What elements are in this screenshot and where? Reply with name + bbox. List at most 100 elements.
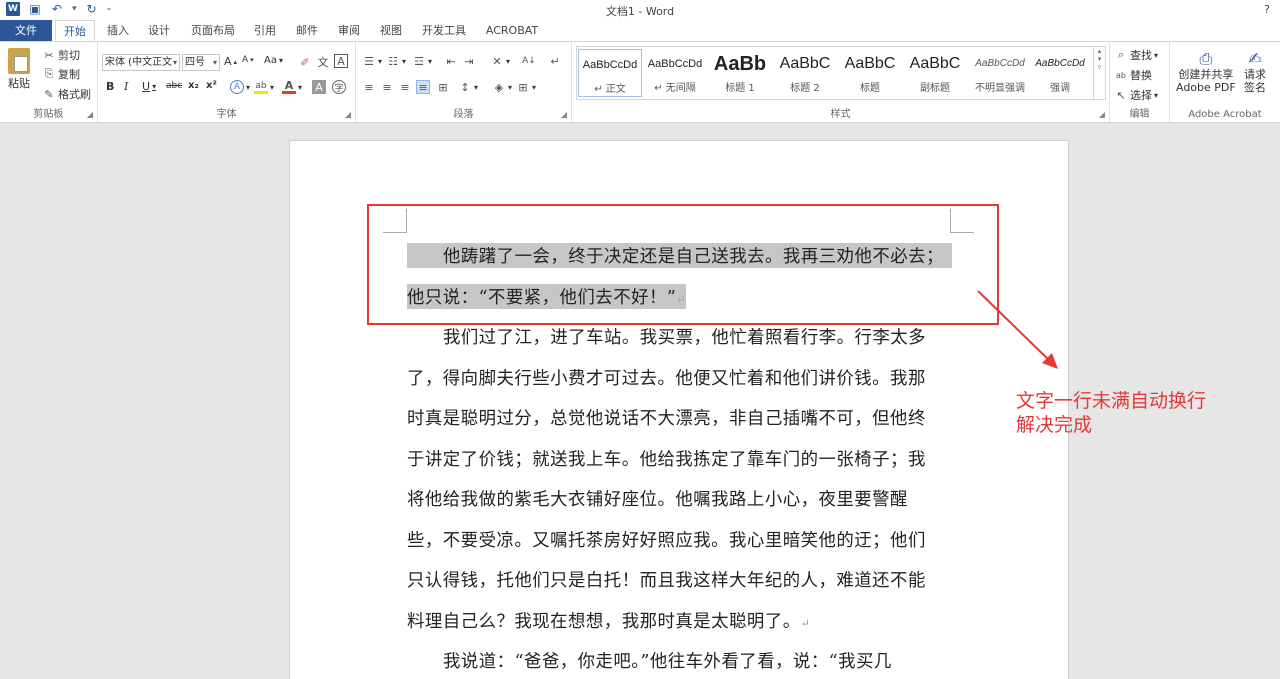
align-center-icon[interactable]: ≡ — [380, 80, 394, 94]
acrobat-group: ⎙ 创建并共享 Adobe PDF ✍ 请求 签名 Adobe Acrobat — [1170, 42, 1280, 122]
text-effects-button[interactable]: A ▾ — [230, 80, 250, 94]
paragraph-mark: ↵ — [800, 617, 811, 630]
underline-button[interactable]: U ▾ — [142, 80, 156, 93]
highlight-button[interactable]: ab ▾ — [254, 80, 274, 94]
style-heading-2[interactable]: AaBbC 标题 2 — [773, 49, 837, 97]
clipboard-group: 粘贴 ✂ 剪切 ⎘ 复制 ✎ 格式刷 剪贴板 ◢ — [0, 42, 98, 122]
help-button[interactable]: ? — [1264, 3, 1270, 16]
line-spacing-icon[interactable]: ↕ ▾ — [458, 80, 478, 94]
clipboard-launcher-icon[interactable]: ◢ — [87, 110, 93, 119]
styles-launcher-icon[interactable]: ◢ — [1099, 110, 1105, 119]
tab-developer[interactable]: 开发工具 — [416, 20, 472, 41]
request-signature-button[interactable]: ✍ 请求 签名 — [1244, 48, 1266, 94]
styles-gallery-scroll[interactable]: ▴ ▾ ▿ — [1094, 46, 1106, 100]
chinese-layout-icon[interactable]: ✕ ▾ — [490, 54, 510, 68]
copy-button[interactable]: ⎘ 复制 — [42, 66, 80, 82]
bullets-icon[interactable]: ☰ ▾ — [362, 54, 382, 68]
style-subtitle[interactable]: AaBbC 副标题 — [903, 49, 967, 97]
format-painter-button[interactable]: ✎ 格式刷 — [42, 86, 91, 102]
numbering-icon[interactable]: ☷ ▾ — [386, 54, 406, 68]
strikethrough-button[interactable]: abc — [166, 81, 182, 91]
create-share-pdf-button[interactable]: ⎙ 创建并共享 Adobe PDF — [1176, 48, 1236, 94]
subscript-button[interactable]: x₂ — [188, 80, 199, 91]
align-right-icon[interactable]: ≡ — [398, 80, 412, 94]
select-button[interactable]: ↖ 选择 ▾ — [1114, 87, 1158, 103]
text-line-9[interactable]: 只认得钱，托他们只是白托！而且我这样大年纪的人，难道还不能 — [407, 567, 926, 592]
bold-button[interactable]: B — [106, 80, 114, 93]
replace-icon: ab — [1116, 70, 1126, 80]
character-border-icon[interactable]: A — [334, 54, 348, 68]
text-line-7[interactable]: 将他给我做的紫毛大衣铺好座位。他嘱我路上小心，夜里要警醒 — [407, 486, 908, 511]
tab-design[interactable]: 设计 — [142, 20, 176, 41]
paragraph-label: 段落 — [453, 109, 474, 120]
acrobat-label: Adobe Acrobat — [1188, 109, 1262, 120]
increase-indent-icon[interactable]: ⇥ — [462, 54, 476, 68]
text-line-10[interactable]: 料理自己么？我现在想想，我那时真是太聪明了。↵ — [407, 608, 810, 633]
style-title[interactable]: AaBbC 标题 — [838, 49, 902, 97]
style-no-spacing[interactable]: AaBbCcDd ↵ 无间隔 — [643, 49, 707, 97]
show-formatting-icon[interactable]: ↵ — [548, 54, 562, 68]
superscript-button[interactable]: x² — [206, 80, 217, 91]
justify-icon[interactable]: ≡ — [416, 80, 430, 94]
tab-home[interactable]: 开始 — [55, 20, 95, 41]
editing-group: ⌕ 查找 ▾ ab 替换 ↖ 选择 ▾ 编辑 — [1110, 42, 1170, 122]
decrease-indent-icon[interactable]: ⇤ — [444, 54, 458, 68]
italic-button[interactable]: I — [124, 80, 128, 93]
paste-button[interactable]: 粘贴 — [8, 48, 30, 91]
distributed-icon[interactable]: ⊞ — [436, 80, 450, 94]
text-line-6[interactable]: 于讲定了价钱；就送我上车。他给我拣定了靠车门的一张椅子；我 — [407, 446, 926, 471]
highlighter-icon: ab — [254, 80, 268, 94]
find-button[interactable]: ⌕ 查找 ▾ — [1114, 47, 1158, 63]
text-line-4[interactable]: 了，得向脚夫行些小费才可过去。他便又忙着和他们讲价钱。我那 — [407, 365, 926, 390]
window-title: 文档1 - Word — [605, 5, 675, 18]
change-case-button[interactable]: Aa ▾ — [264, 55, 283, 66]
sort-icon[interactable]: A↓ — [522, 54, 536, 68]
tab-file[interactable]: 文件 — [0, 20, 52, 41]
ribbon-tabs: 文件 开始 插入 设计 页面布局 引用 邮件 审阅 视图 开发工具 ACROBA… — [0, 20, 1280, 41]
text-line-3[interactable]: 我们过了江，进了车站。我买票，他忙着照看行李。行李太多 — [407, 324, 926, 349]
style-emphasis[interactable]: AaBbCcDd 强调 — [1028, 49, 1092, 97]
annotation-line-2: 解决完成 — [1016, 414, 1093, 436]
cut-button[interactable]: ✂ 剪切 — [42, 47, 80, 63]
title-bar: W ▣ ↶ ▾ ↻ ₌ 文档1 - Word ? — [0, 0, 1280, 20]
style-subtle-emphasis[interactable]: AaBbCcDd 不明显强调 — [968, 49, 1032, 97]
pdf-share-icon: ⎙ — [1199, 48, 1213, 68]
borders-icon[interactable]: ⊞ ▾ — [516, 80, 536, 94]
phonetic-guide-icon[interactable]: 文 — [316, 55, 330, 69]
tab-references[interactable]: 引用 — [248, 20, 282, 41]
styles-label: 样式 — [830, 109, 851, 120]
font-label: 字体 — [216, 109, 237, 120]
font-name-select[interactable]: 宋体 (中文正文 ▾ — [102, 54, 180, 71]
grow-font-button[interactable]: A ▴ — [224, 55, 237, 68]
paste-icon — [8, 48, 30, 74]
font-color-button[interactable]: A ▾ — [282, 79, 302, 94]
clear-formatting-icon[interactable]: ✐ — [298, 55, 312, 69]
font-launcher-icon[interactable]: ◢ — [345, 110, 351, 119]
tab-mailings[interactable]: 邮件 — [290, 20, 324, 41]
tab-insert[interactable]: 插入 — [101, 20, 135, 41]
align-left-icon[interactable]: ≡ — [362, 80, 376, 94]
character-shading-icon[interactable]: A — [312, 80, 326, 94]
tab-review[interactable]: 审阅 — [332, 20, 366, 41]
signature-icon: ✍ — [1248, 48, 1262, 68]
style-heading-1[interactable]: AaBb 标题 1 — [708, 49, 772, 97]
text-line-11[interactable]: 我说道：“爸爸，你走吧。”他往车外看了看，说：“我买几 — [407, 648, 892, 673]
replace-button[interactable]: ab 替换 — [1114, 67, 1152, 83]
tab-view[interactable]: 视图 — [374, 20, 408, 41]
tab-acrobat[interactable]: ACROBAT — [480, 20, 544, 41]
shrink-font-button[interactable]: A ▾ — [242, 55, 254, 65]
enclose-characters-icon[interactable]: 字 — [332, 80, 346, 94]
scissors-icon: ✂ — [44, 48, 54, 62]
copy-icon: ⎘ — [44, 67, 54, 80]
tab-layout[interactable]: 页面布局 — [185, 20, 241, 41]
text-line-5[interactable]: 时真是聪明过分，总觉他说话不大漂亮，非自己插嘴不可，但他终 — [407, 405, 926, 430]
binoculars-icon: ⌕ — [1117, 48, 1125, 61]
chevron-down-icon: ▾ — [172, 58, 177, 67]
text-line-8[interactable]: 些，不要受凉。又嘱托茶房好好照应我。我心里暗笑他的迂；他们 — [407, 527, 926, 552]
paragraph-launcher-icon[interactable]: ◢ — [561, 110, 567, 119]
editing-label: 编辑 — [1129, 109, 1150, 120]
style-normal[interactable]: AaBbCcDd ↵ 正文 — [578, 49, 642, 97]
font-size-select[interactable]: 四号 ▾ — [182, 54, 220, 71]
multilevel-list-icon[interactable]: ☲ ▾ — [412, 54, 432, 68]
shading-icon[interactable]: ◈ ▾ — [492, 80, 512, 94]
